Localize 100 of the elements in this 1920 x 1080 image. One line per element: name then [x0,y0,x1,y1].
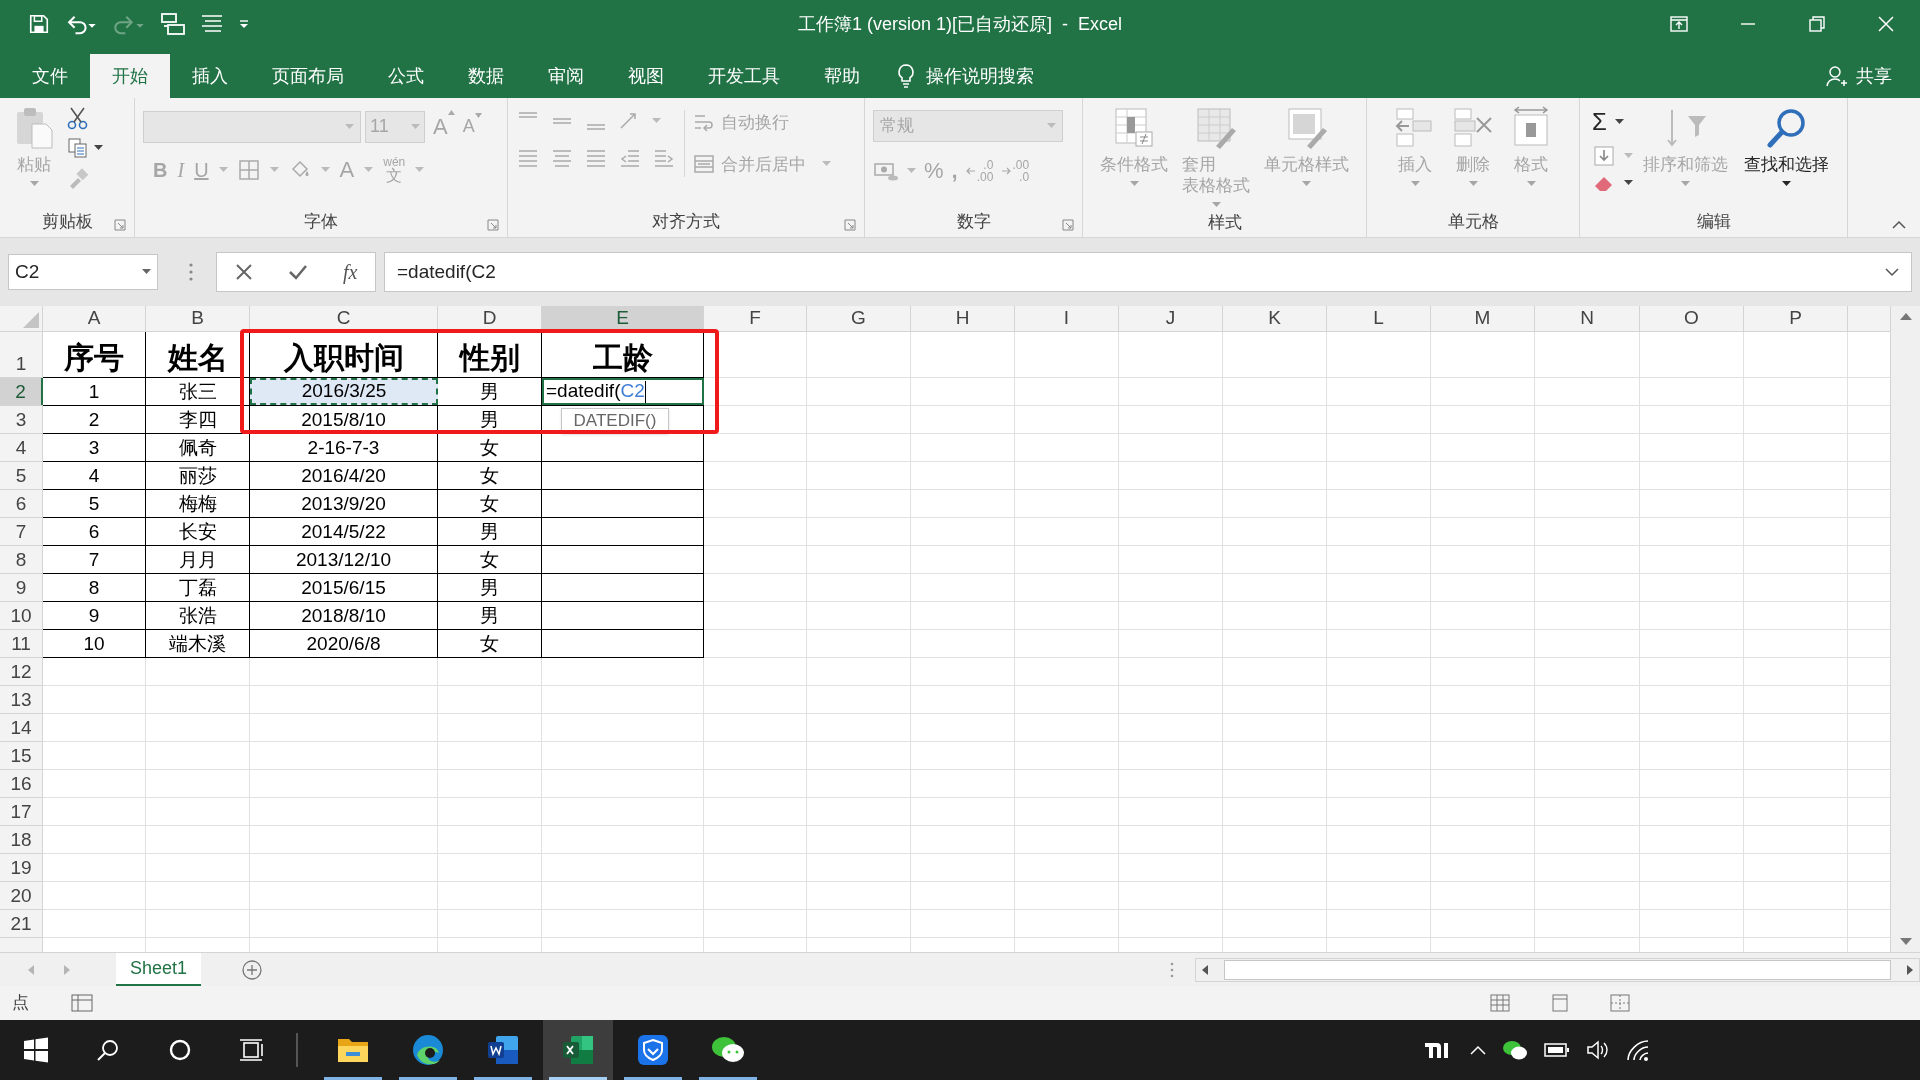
ribbon-tab[interactable]: 页面布局 [250,54,366,98]
row-header[interactable]: 11 [0,630,43,657]
row-header[interactable]: 17 [0,798,43,825]
page-break-icon[interactable] [1610,994,1630,1012]
shield-app-icon[interactable] [636,1033,670,1067]
row-header[interactable]: 3 [0,406,43,433]
page-layout-icon[interactable] [1550,994,1570,1012]
ribbon-button[interactable]: 查找和选择 [1738,104,1835,187]
column-header[interactable]: J [1119,306,1223,332]
row-header[interactable]: 9 [0,574,43,601]
scroll-down-icon[interactable] [1899,938,1912,946]
row-header[interactable]: 19 [0,854,43,881]
cell-mode-icon[interactable] [71,994,93,1012]
ribbon-tab[interactable]: 视图 [606,54,686,98]
row-header[interactable]: 8 [0,546,43,573]
restore-icon[interactable] [1806,14,1827,34]
ribbon-tab[interactable]: 开始 [90,54,170,98]
decrease-indent-icon[interactable] [618,148,642,170]
expand-icon[interactable] [1885,267,1899,277]
row-header[interactable]: 21 [0,910,43,937]
ribbon-tab[interactable]: 审阅 [526,54,606,98]
dialog-launcher-icon[interactable] [487,219,499,231]
dialog-launcher-icon[interactable] [1062,219,1074,231]
borders-icon[interactable] [237,158,260,181]
row-header[interactable]: 2 [0,378,43,405]
scroll-up-icon[interactable] [1899,312,1912,320]
column-header[interactable]: H [911,306,1015,332]
network-icon[interactable] [1626,1039,1650,1061]
select-all-icon[interactable] [23,312,39,328]
search-icon[interactable] [96,1038,120,1062]
column-header[interactable]: G [807,306,911,332]
font-name-field[interactable] [143,110,361,143]
align-left-icon[interactable] [516,148,540,170]
cortana-circle-icon[interactable] [168,1038,192,1062]
row-header[interactable]: 16 [0,770,43,797]
insert-function-button[interactable]: fx [342,257,358,287]
dialog-launcher-icon[interactable] [114,219,126,231]
formula-field[interactable]: =datedif(C2 [384,252,1912,292]
caret-icon[interactable] [1782,181,1791,187]
ribbon-tab[interactable]: 数据 [446,54,526,98]
task-view-icon[interactable] [239,1038,265,1062]
column-header[interactable]: O [1640,306,1744,332]
volume-icon[interactable] [1586,1040,1610,1060]
increase-indent-icon[interactable] [652,148,676,170]
scissors-icon[interactable] [66,106,90,130]
close-icon[interactable] [1875,14,1896,34]
window-layout-icon[interactable] [160,12,186,36]
row-header[interactable]: 14 [0,714,43,741]
column-header[interactable]: A [43,306,146,332]
row-header[interactable]: 6 [0,490,43,517]
column-header[interactable]: N [1535,306,1640,332]
ribbon-tab[interactable]: 文件 [10,54,90,98]
normal-view-icon[interactable] [1490,994,1510,1012]
document-app-icon[interactable] [486,1034,520,1066]
row-header[interactable]: 4 [0,434,43,461]
column-header[interactable]: K [1223,306,1327,332]
fill-down-icon[interactable] [1592,144,1616,168]
chevron-up-icon[interactable] [1470,1045,1486,1055]
caret-icon[interactable] [1614,119,1624,125]
column-header[interactable]: M [1431,306,1535,332]
sheet-tab[interactable]: Sheet1 [116,952,202,987]
battery-icon[interactable] [1544,1042,1570,1058]
ribbon-tab[interactable]: 帮助 [802,54,882,98]
customize-icon[interactable] [238,18,250,30]
row-header[interactable]: 18 [0,826,43,853]
row-header[interactable]: 12 [0,658,43,685]
ribbon-tab[interactable]: 公式 [366,54,446,98]
add-sheet-icon[interactable] [241,958,264,981]
ribbon-display-icon[interactable] [1668,14,1689,34]
share-button[interactable]: 共享 [1826,54,1892,98]
cell-editor[interactable]: =datedif(C2 [542,378,704,405]
column-header[interactable]: B [146,306,250,332]
name-box[interactable]: C2 [8,254,158,290]
windows-start-icon[interactable] [23,1037,49,1063]
column-header[interactable]: P [1744,306,1848,332]
row-header[interactable]: 15 [0,742,43,769]
cancel-icon[interactable] [234,263,253,281]
enter-icon[interactable] [287,263,308,281]
lightbulb-icon[interactable] [896,63,916,89]
save-icon[interactable] [28,13,50,35]
list-icon[interactable] [200,13,224,35]
column-header[interactable]: E [542,306,704,332]
row-header[interactable]: 1 [0,332,43,377]
column-header[interactable]: L [1327,306,1431,332]
spreadsheet-app-icon[interactable] [561,1034,595,1066]
ribbon-tab[interactable]: 开发工具 [686,54,802,98]
tell-me-search[interactable]: 操作说明搜索 [926,62,1034,90]
column-header[interactable]: F [704,306,807,332]
scrollbar-thumb[interactable] [1224,959,1891,980]
chat-app-icon[interactable] [1502,1039,1528,1061]
ribbon-tab[interactable]: 插入 [170,54,250,98]
more-icon[interactable] [1169,960,1175,979]
row-header[interactable]: 20 [0,882,43,909]
column-header[interactable]: I [1015,306,1119,332]
horizontal-scrollbar[interactable] [1195,957,1920,982]
browser-icon[interactable] [411,1033,445,1067]
row-header[interactable]: 5 [0,462,43,489]
row-header[interactable]: 13 [0,686,43,713]
collapse-ribbon-icon[interactable] [1892,220,1906,229]
caret-icon[interactable] [94,145,103,151]
